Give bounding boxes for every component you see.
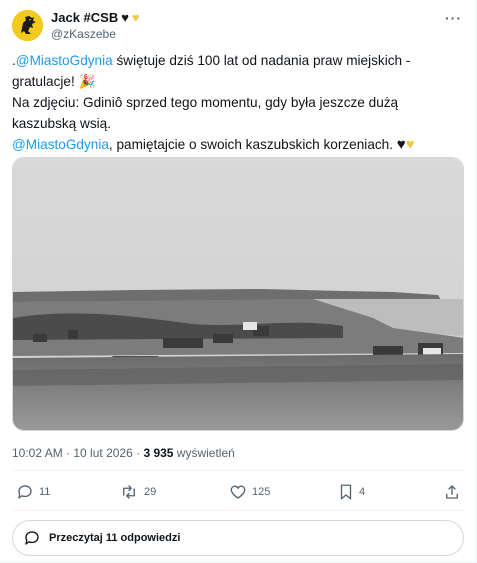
historical-landscape-image <box>13 158 463 430</box>
more-options-icon[interactable]: ··· <box>445 10 462 26</box>
meta-separator: · <box>132 446 144 460</box>
black-heart-icon: ♥ <box>396 136 406 153</box>
views-count: 3 935 <box>143 446 174 460</box>
divider <box>12 510 464 511</box>
bookmark-button[interactable]: 4 <box>338 483 365 501</box>
reply-icon <box>25 531 39 545</box>
yellow-heart-icon: ♥ <box>131 10 140 25</box>
divider <box>12 470 464 471</box>
like-count: 125 <box>252 486 271 498</box>
author-display-name[interactable]: Jack #CSB <box>51 10 118 25</box>
share-button[interactable] <box>444 483 460 501</box>
tweet-text: .@MiastoGdynia świętuje dziś 100 lat od … <box>12 50 464 155</box>
bookmark-count: 4 <box>359 486 366 498</box>
tweet-text-paragraph-3: @MiastoGdynia, pamiętajcie o swoich kasz… <box>12 134 464 155</box>
heart-icon <box>230 485 246 499</box>
tweet-text-paragraph-1: .@MiastoGdynia świętuje dziś 100 lat od … <box>12 50 464 92</box>
reply-icon <box>18 485 32 499</box>
tweet-date[interactable]: 10 lut 2026 <box>73 446 132 460</box>
share-icon <box>446 485 458 499</box>
like-button[interactable]: 125 <box>229 483 270 501</box>
avatar[interactable] <box>12 10 43 41</box>
author-name-row: Jack #CSB ♥ ♥ <box>51 10 140 25</box>
tweet-card: Jack #CSB ♥ ♥ @zKaszebe ··· .@MiastoGdyn… <box>0 0 477 563</box>
read-replies-button[interactable]: Przeczytaj 11 odpowiedzi <box>12 520 464 556</box>
tweet-photo[interactable] <box>12 157 464 431</box>
text-segment: , pamiętajcie o swoich kaszubskich korze… <box>108 137 397 152</box>
author-handle[interactable]: @zKaszebe <box>51 27 116 41</box>
repost-count: 29 <box>144 486 157 498</box>
tweet-time[interactable]: 10:02 AM <box>12 446 63 460</box>
black-heart-icon: ♥ <box>121 10 129 25</box>
mention-link[interactable]: @MiastoGdynia <box>12 137 109 152</box>
read-replies-label: Przeczytaj 11 odpowiedzi <box>49 532 181 544</box>
reply-count: 11 <box>39 486 51 498</box>
action-bar: 11 29 125 4 <box>12 483 464 505</box>
party-popper-icon: 🎉 <box>78 74 96 89</box>
tweet-metadata: 10:02 AM · 10 lut 2026 · 3 935 wyświetle… <box>12 446 235 460</box>
yellow-heart-icon: ♥ <box>405 136 415 153</box>
meta-separator: · <box>62 446 74 460</box>
griffin-logo-icon <box>12 10 43 41</box>
mention-link[interactable]: @MiastoGdynia <box>16 53 113 68</box>
repost-button[interactable]: 29 <box>119 483 156 501</box>
reply-button[interactable]: 11 <box>16 483 50 501</box>
views-label: wyświetleń <box>173 446 235 460</box>
bookmark-icon <box>340 484 352 500</box>
tweet-text-paragraph-2: Na zdjęciu: Gdiniô sprzed tego momentu, … <box>12 95 399 131</box>
repost-icon <box>123 485 135 499</box>
